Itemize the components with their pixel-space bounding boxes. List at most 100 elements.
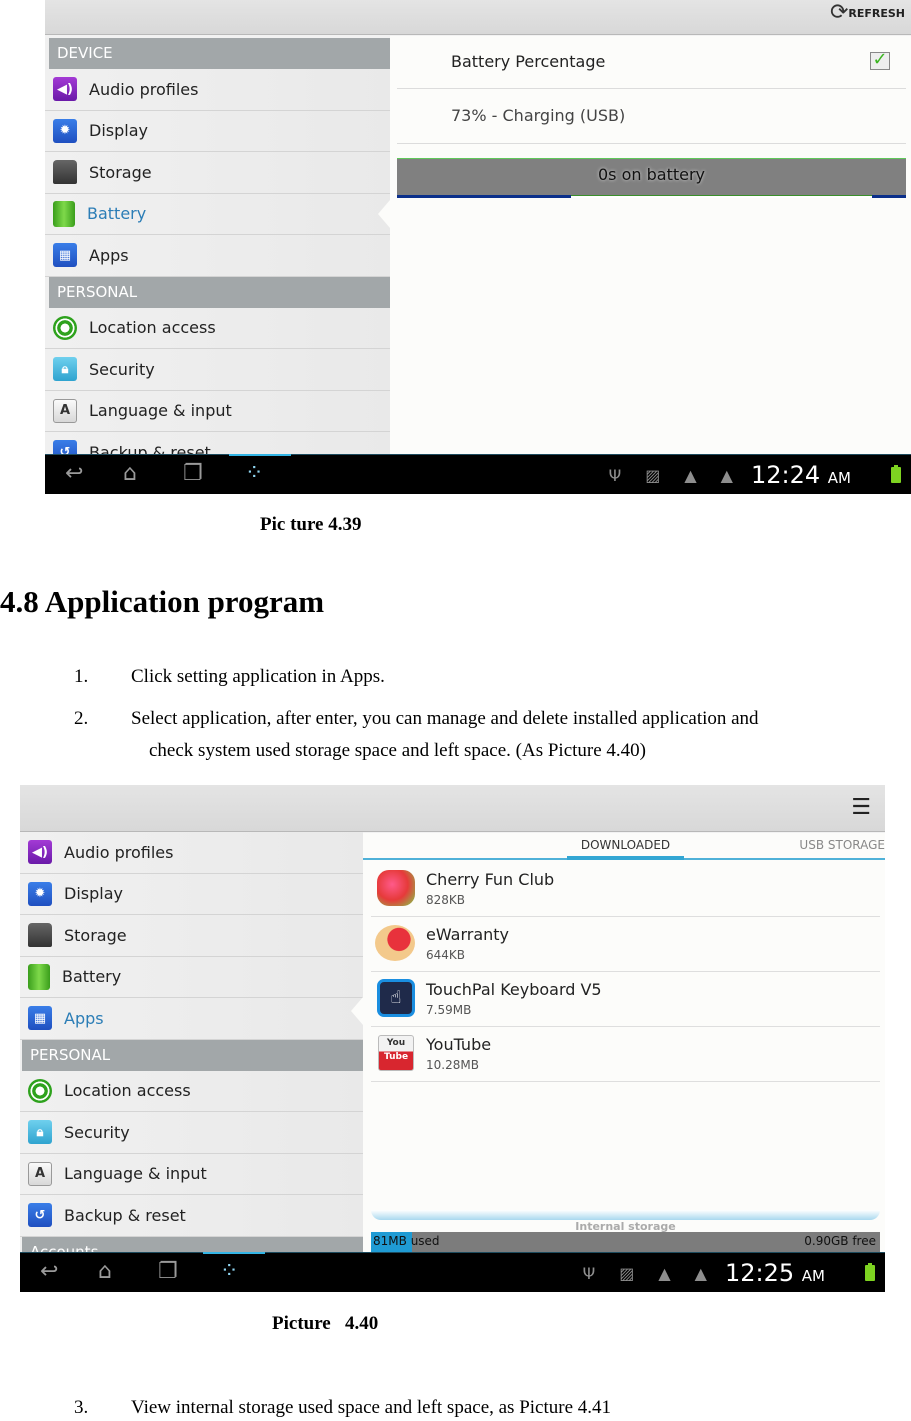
step-2-text-continued: check system used storage space and left… [149,740,646,761]
sidebar-item-language-input[interactable]: A Language & input [45,391,390,432]
screenshot-icon[interactable]: ⁘ [245,461,263,486]
clock: 12:24 AM [750,461,851,489]
sidebar-item-location-access[interactable]: Location access [45,308,390,349]
sidebar-item-security[interactable]: 🔒︎ Security [20,1112,363,1154]
sidebar-item-backup-reset[interactable]: ↺ Backup & reset [20,1195,363,1237]
section-heading: 4.8 Application program [0,584,325,619]
usb-icon: Ψ [582,1263,596,1283]
battery-percentage-checkbox[interactable]: ✓ [870,51,890,70]
settings-sidebar: DEVICE ◀) Audio profiles ✹ Display Storage… [45,38,390,474]
sidebar-item-display[interactable]: ✹ Display [20,874,363,915]
sidebar-item-storage[interactable]: Storage [45,152,390,194]
battery-detail-pane: Battery Percentage ✓ 73% - Charging (USB… [390,36,911,454]
warning-icon: ▲ [658,1263,671,1283]
clock: 12:25 AM [724,1259,825,1287]
status-area[interactable]: Ψ ▨ ▲ ▲ 12:25 AM [571,1253,885,1292]
battery-charging-icon [891,465,901,483]
app-list-item[interactable]: You Tube YouTube 10.28MB [371,1027,880,1082]
recent-apps-icon[interactable]: ❐ [158,1259,178,1284]
image-icon: ▨ [619,1263,635,1283]
apps-icon: ▦ [28,1006,52,1031]
section-header-personal: PERSONAL [22,1039,363,1071]
cherry-fun-club-icon [377,870,415,906]
warning-icon: ▲ [694,1263,707,1283]
step-1-text: Click setting application in Apps. [131,666,385,687]
storage-glow [371,1210,880,1220]
battery-percentage-row[interactable]: Battery Percentage ✓ [397,36,906,89]
location-icon [53,315,77,340]
location-icon [28,1078,52,1103]
back-icon[interactable]: ↩ [40,1259,58,1284]
battery-icon [28,963,50,990]
language-icon: A [28,1161,52,1186]
recent-apps-icon[interactable]: ❐ [183,461,203,486]
tab-strip: DOWNLOADED USB STORAGE [363,833,885,860]
battery-icon [53,200,75,227]
app-list: Cherry Fun Club 828KB eWarranty 644KB ☝ … [371,862,880,1082]
system-navbar: ↩ ⌂ ❐ ⁘ Ψ ▨ ▲ ▲ 12:24 AM [45,454,911,494]
apps-detail-pane: DOWNLOADED USB STORAGE Cherry Fun Club 8… [363,833,885,1252]
section-header-personal: PERSONAL [49,276,390,308]
youtube-icon: You Tube [378,1035,414,1071]
tab-downloaded[interactable]: DOWNLOADED [567,833,684,860]
battery-status-row: 73% - Charging (USB) [397,89,906,144]
display-icon: ✹ [28,881,52,906]
internal-storage-panel: Internal storage 81MB used 0.90GB free [371,1210,880,1252]
home-icon[interactable]: ⌂ [98,1259,112,1284]
sidebar-item-battery[interactable]: Battery [45,194,390,235]
settings-sidebar: ◀) Audio profiles ✹ Display Storage Batter… [20,832,363,1268]
storage-icon [53,160,77,185]
nav-active-indicator [203,1252,265,1254]
backup-icon: ↺ [28,1203,52,1228]
sidebar-item-battery[interactable]: Battery [20,957,363,998]
refresh-button[interactable]: ⟳ REFRESH [830,2,905,24]
sidebar-item-apps[interactable]: ▦ Apps [45,235,390,277]
sidebar-item-audio-profiles[interactable]: ◀) Audio profiles [45,69,390,111]
lock-icon: 🔒︎ [28,1120,52,1145]
app-list-item[interactable]: eWarranty 644KB [371,917,880,972]
touchpal-icon: ☝ [377,979,415,1017]
display-icon: ✹ [53,118,77,143]
overflow-menu-icon[interactable]: ☰ [851,795,871,820]
image-icon: ▨ [645,465,661,485]
sidebar-item-language-input[interactable]: A Language & input [20,1154,363,1195]
battery-charging-icon [865,1263,875,1281]
screenshot-icon[interactable]: ⁘ [220,1259,238,1284]
app-list-item[interactable]: ☝ TouchPal Keyboard V5 7.59MB [371,972,880,1027]
back-icon[interactable]: ↩ [65,461,83,486]
nav-active-indicator [229,454,291,456]
sidebar-item-audio-profiles[interactable]: ◀) Audio profiles [20,832,363,874]
app-list-item[interactable]: Cherry Fun Club 828KB [371,862,880,917]
step-2-text: Select application, after enter, you can… [131,708,759,729]
action-bar: ☰ [20,785,885,832]
status-area[interactable]: Ψ ▨ ▲ ▲ 12:24 AM [597,455,911,494]
warning-icon: ▲ [684,465,697,485]
storage-bar: 81MB used 0.90GB free [371,1232,880,1252]
tab-usb-storage[interactable]: USB STORAGE [799,833,885,860]
action-bar: ⟳ REFRESH [45,0,911,35]
storage-used-text: 81MB used [373,1234,440,1248]
usb-icon: Ψ [608,465,622,485]
warning-icon: ▲ [720,465,733,485]
language-icon: A [53,398,77,423]
sidebar-item-location-access[interactable]: Location access [20,1071,363,1112]
step-1-number: 1. [74,666,89,687]
selection-pointer [378,200,390,228]
sidebar-item-storage[interactable]: Storage [20,915,363,957]
home-icon[interactable]: ⌂ [123,461,137,486]
refresh-icon: ⟳ [829,0,849,25]
battery-graph[interactable]: 0s on battery [397,158,906,198]
screenshot-apps-settings: ☰ ◀) Audio profiles ✹ Display Storage Batt… [20,785,885,1292]
sidebar-item-display[interactable]: ✹ Display [45,111,390,152]
selection-pointer [351,997,363,1025]
sidebar-item-apps[interactable]: ▦ Apps [20,998,363,1040]
apps-icon: ▦ [53,243,77,268]
lock-icon: 🔒︎ [53,357,77,382]
sidebar-item-security[interactable]: 🔒︎ Security [45,349,390,391]
step-2-number: 2. [74,708,89,729]
screenshot-battery-settings: ⟳ REFRESH DEVICE ◀) Audio profiles ✹ Displ… [45,0,911,494]
storage-icon [28,923,52,948]
audio-icon: ◀) [53,77,77,102]
section-header-device: DEVICE [49,38,390,69]
figure-caption-4-39: Pic ture 4.39 [260,514,362,535]
